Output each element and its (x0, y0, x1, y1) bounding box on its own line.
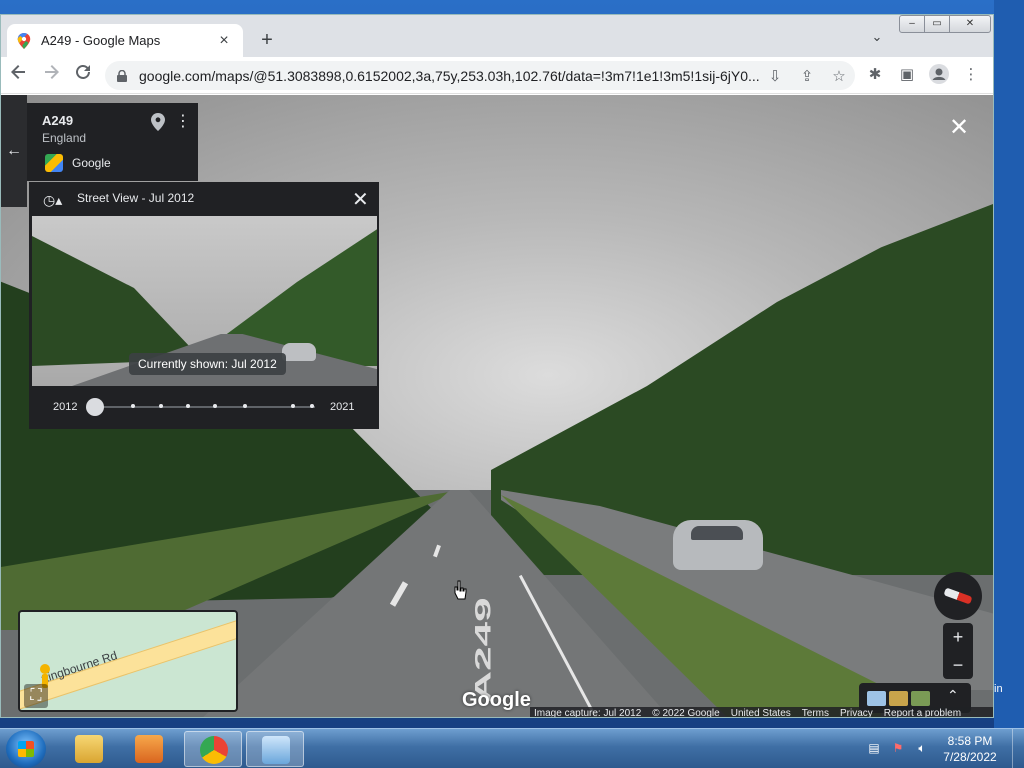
google-maps-logo-icon (45, 154, 63, 172)
clock-date: 7/28/2022 (943, 750, 997, 764)
tab-google-maps[interactable]: A249 - Google Maps × (7, 24, 243, 57)
compass-icon[interactable] (934, 572, 982, 620)
extensions-icon[interactable]: ✱ (863, 64, 887, 86)
address-card: A249 England ⋮ Google (27, 103, 198, 181)
place-subtitle: England (42, 131, 87, 145)
taskbar-control-panel[interactable] (246, 731, 304, 767)
map-footer: Image capture: Jul 2012 © 2022 Google Un… (530, 707, 993, 718)
timeline-date-marker[interactable] (291, 404, 295, 408)
map-pin-icon[interactable] (151, 113, 165, 135)
install-app-icon[interactable]: ⇩ (759, 67, 791, 85)
region-link[interactable]: United States (731, 708, 791, 718)
layer-thumbnail[interactable] (889, 691, 908, 706)
menu-kebab-icon[interactable]: ⋮ (959, 64, 983, 86)
system-clock[interactable]: 8:58 PM 7/28/2022 (935, 733, 1005, 765)
brand-name: Google (72, 156, 111, 170)
minimize-button[interactable]: – (899, 15, 925, 33)
close-street-view-icon[interactable]: ✕ (947, 116, 971, 141)
image-capture-date: Image capture: Jul 2012 (534, 707, 642, 718)
pegman-head (40, 664, 50, 674)
taskbar-explorer[interactable] (60, 731, 118, 767)
road-marking-text: A249 (471, 597, 496, 703)
browser-window: A249 - Google Maps × + ⌄ – ▭ ✕ google.co… (0, 14, 994, 718)
place-title: A249 (42, 113, 74, 128)
year-end-label: 2021 (330, 401, 355, 413)
timeline-date-marker[interactable] (243, 404, 247, 408)
folder-icon (75, 735, 103, 763)
lock-icon (117, 69, 127, 82)
zoom-control: + − (943, 623, 973, 679)
minimap-road (20, 612, 236, 710)
clock-time: 8:58 PM (947, 734, 993, 748)
start-button[interactable] (6, 730, 46, 768)
timeline-track[interactable] (91, 406, 315, 408)
privacy-link[interactable]: Privacy (840, 708, 873, 718)
taskbar: ▤ ⚑ 🔈︎ 8:58 PM 7/28/2022 (0, 728, 1024, 768)
year-start-label: 2012 (53, 401, 78, 413)
google-maps-icon (17, 32, 31, 49)
tab-title: A249 - Google Maps (41, 33, 161, 48)
history-clock-icon[interactable]: ◷▴ (43, 192, 62, 209)
control-panel-icon (262, 736, 290, 764)
copyright: © 2022 Google (652, 707, 720, 718)
google-logo: Google (462, 689, 531, 711)
close-window-button[interactable]: ✕ (949, 15, 991, 33)
layer-thumbnail[interactable] (911, 691, 930, 706)
side-panel-icon[interactable]: ▣ (895, 64, 919, 86)
back-arrow-icon[interactable]: ← (1, 95, 27, 207)
car-window (691, 526, 743, 540)
timeline-date-marker[interactable] (131, 404, 135, 408)
timeline-slider-handle[interactable] (86, 398, 104, 416)
currently-shown-tooltip: Currently shown: Jul 2012 (129, 353, 286, 375)
timeline-date-marker[interactable] (159, 404, 163, 408)
minimap[interactable]: ttingbourne Rd ⛶ (18, 610, 238, 712)
media-player-icon (135, 735, 163, 763)
tab-bar: A249 - Google Maps × + ⌄ – ▭ ✕ (1, 15, 993, 57)
time-machine-panel: ◷▴ Street View - Jul 2012 ✕ Currently sh… (29, 182, 379, 429)
url-text[interactable]: google.com/maps/@51.3083898,0.6152002,3a… (139, 68, 759, 84)
car (673, 520, 763, 570)
zoom-in-button[interactable]: + (943, 623, 973, 651)
tab-close-icon[interactable]: × (215, 32, 233, 50)
chrome-icon (200, 736, 228, 764)
new-tab-button[interactable]: + (255, 28, 279, 52)
time-machine-title: Street View - Jul 2012 (77, 191, 195, 205)
preview-car (282, 343, 316, 361)
timeline-date-marker[interactable] (213, 404, 217, 408)
street-view-panorama[interactable]: A249 ✕ ← A249 England ⋮ Google ◷▴ Street… (1, 95, 993, 718)
back-arrow-icon[interactable] (7, 63, 31, 87)
address-bar[interactable]: google.com/maps/@51.3083898,0.6152002,3a… (105, 61, 855, 90)
terms-link[interactable]: Terms (802, 708, 829, 718)
browser-toolbar: google.com/maps/@51.3083898,0.6152002,3a… (1, 57, 993, 94)
reload-icon[interactable] (71, 63, 95, 87)
forward-arrow-icon[interactable] (39, 63, 63, 87)
desktop-edge (994, 0, 1024, 728)
chevron-up-icon[interactable]: ⌃ (947, 687, 959, 704)
show-desktop-button[interactable] (1012, 729, 1024, 768)
action-center-flag-icon[interactable]: ⚑ (890, 741, 906, 757)
timeline-date-marker[interactable] (186, 404, 190, 408)
windows-logo-icon (18, 741, 34, 757)
preview-trees-left (32, 236, 202, 366)
profile-avatar-icon[interactable] (927, 64, 951, 86)
maximize-button[interactable]: ▭ (924, 15, 950, 33)
volume-icon[interactable]: 🔈︎ (914, 741, 930, 757)
tab-search-icon[interactable]: ⌄ (867, 29, 887, 49)
timeline-date-marker[interactable] (310, 404, 314, 408)
compass-needle (943, 587, 973, 605)
layer-thumbnail[interactable] (867, 691, 886, 706)
hand-cursor-icon (454, 580, 467, 600)
more-options-icon[interactable]: ⋮ (175, 111, 191, 131)
zoom-out-button[interactable]: − (943, 651, 973, 679)
time-machine-preview[interactable]: Currently shown: Jul 2012 (32, 216, 377, 386)
taskbar-chrome[interactable] (184, 731, 242, 767)
report-problem-link[interactable]: Report a problem (884, 708, 961, 718)
expand-map-icon[interactable]: ⛶ (24, 684, 48, 708)
share-icon[interactable]: ⇪ (791, 67, 823, 85)
network-icon[interactable]: ▤ (866, 741, 882, 757)
desktop-edge-text: in (994, 683, 1003, 695)
close-icon[interactable]: ✕ (352, 187, 369, 212)
bookmark-star-icon[interactable]: ☆ (823, 67, 855, 85)
taskbar-media-player[interactable] (120, 731, 178, 767)
